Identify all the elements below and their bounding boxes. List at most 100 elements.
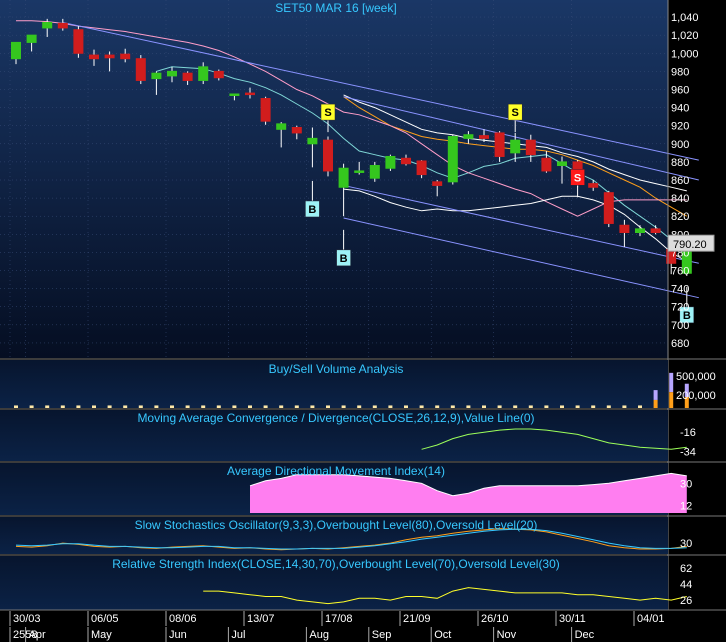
candle-up	[229, 93, 240, 96]
volume-bar	[638, 405, 642, 408]
indicator-y-tick: 44	[680, 579, 692, 591]
volume-bar	[248, 405, 252, 408]
volume-bar	[123, 405, 128, 408]
stochastic-title: Slow Stochastics Oscillator(9,3,3),Overb…	[135, 518, 538, 532]
candle-up	[276, 123, 287, 130]
sell-signal-label: S	[512, 107, 519, 119]
indicator-y-tick: 62	[680, 563, 692, 575]
x-date-label: 08/06	[169, 613, 197, 625]
volume-bar-sell	[653, 399, 658, 408]
price-y-tick: 700	[671, 320, 689, 332]
candle-up	[42, 21, 53, 29]
candle-up	[354, 170, 365, 173]
candle-down	[291, 126, 302, 134]
x-date-label: 13/07	[247, 613, 275, 625]
volume-bar	[404, 405, 408, 408]
volume-bar	[513, 405, 518, 408]
x-date-label: 17/08	[325, 613, 353, 625]
candle-up	[369, 165, 380, 179]
macd-panel: Moving Average Convergence / Divergence(…	[0, 410, 687, 461]
volume-bar	[326, 405, 330, 408]
candle-up	[151, 72, 162, 80]
price-y-tick: 940	[671, 103, 689, 115]
volume-bar	[201, 405, 206, 408]
volume-bar	[279, 405, 284, 408]
price-panel-bg	[0, 0, 668, 358]
volume-bar	[216, 405, 221, 408]
candle-down	[182, 72, 193, 81]
candle-down	[120, 53, 131, 60]
indicator-y-tick: 12	[680, 501, 692, 513]
price-y-tick: 740	[671, 284, 689, 296]
volume-bar	[92, 405, 96, 408]
x-month-label: Jul	[231, 629, 245, 641]
last-price-label: 790.20	[673, 239, 707, 251]
x-date-label: 26/10	[481, 613, 509, 625]
volume-bar	[591, 405, 596, 408]
volume-bar	[341, 405, 346, 408]
volume-bar	[606, 405, 611, 408]
volume-bar	[154, 405, 159, 408]
volume-bar	[60, 405, 65, 408]
stock-chart: SBBSSB SET50 MAR 16 [week] 1,0401,0201,0…	[0, 0, 726, 642]
price-y-tick: 720	[671, 302, 689, 314]
price-y-tick: 980	[671, 66, 689, 78]
price-y-tick: 820	[671, 211, 689, 223]
volume-bar	[528, 405, 533, 408]
rsi-panel: Relative Strength Index(CLOSE,14,30,70),…	[0, 556, 687, 610]
candle-up	[447, 136, 458, 183]
price-y-tick: 760	[671, 266, 689, 278]
x-date-label: 30/11	[559, 613, 586, 625]
price-y-tick: 960	[671, 84, 689, 96]
x-month-label: Sep	[372, 629, 392, 641]
volume-bar	[388, 405, 393, 408]
candle-down	[541, 157, 552, 172]
volume-bar	[575, 405, 580, 408]
price-y-tick: 680	[671, 338, 689, 350]
candle-down	[603, 192, 614, 224]
candle-up	[198, 66, 209, 81]
indicator-y-tick: -16	[680, 427, 696, 439]
price-y-tick: 840	[671, 193, 689, 205]
price-y-tick: 1,040	[671, 12, 699, 24]
rsi-title: Relative Strength Index(CLOSE,14,30,70),…	[112, 557, 560, 571]
candle-up	[385, 155, 396, 169]
candle-down	[432, 181, 443, 186]
candle-down	[57, 22, 68, 29]
candle-down	[323, 139, 333, 172]
candle-down	[89, 54, 99, 60]
candle-up	[26, 34, 37, 43]
indicator-y-tick: 26	[680, 595, 692, 607]
x-month-label: Aug	[309, 629, 329, 641]
buy-signal-label: B	[308, 204, 316, 216]
candle-down	[650, 228, 661, 234]
candle-up	[307, 137, 318, 145]
candle-down	[401, 157, 411, 165]
volume-bar	[310, 405, 315, 408]
volume-bar	[76, 405, 81, 408]
volume-bar	[263, 405, 268, 408]
price-y-tick: 900	[671, 139, 689, 151]
volume-bar	[482, 405, 486, 408]
candle-up	[463, 134, 474, 139]
volume-bar	[232, 405, 237, 408]
volume-y-tick: 500,000	[676, 371, 716, 383]
x-month-label: Nov	[497, 629, 517, 641]
volume-bar	[138, 405, 143, 408]
candle-up	[167, 70, 177, 77]
candle-down	[73, 29, 84, 54]
volume-bar	[29, 405, 34, 408]
candle-down	[416, 160, 427, 176]
sell-signal-label: S	[324, 107, 331, 119]
volume-bar-buy	[653, 390, 658, 400]
x-date-label: 06/05	[91, 613, 119, 625]
volume-bar	[419, 405, 424, 408]
candle-up	[11, 41, 21, 60]
volume-bar	[466, 405, 471, 408]
volume-bar	[107, 405, 112, 408]
candle-down	[260, 98, 271, 122]
stochastic-panel: Slow Stochastics Oscillator(9,3,3),Overb…	[0, 517, 687, 554]
volume-bar	[294, 405, 299, 408]
volume-bar	[45, 405, 50, 408]
volume-bar	[560, 405, 564, 408]
